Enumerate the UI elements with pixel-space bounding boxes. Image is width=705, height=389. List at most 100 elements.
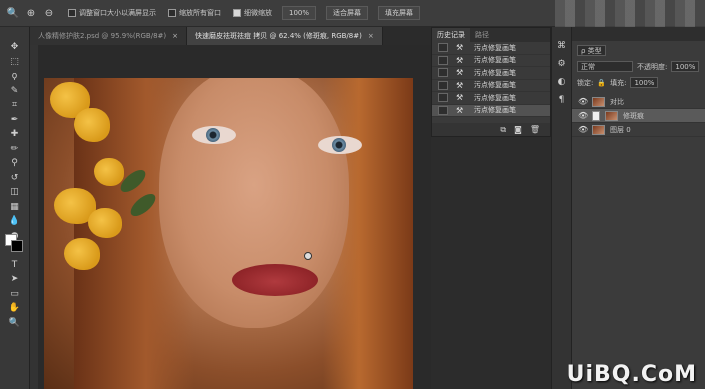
layer-row[interactable]: 👁 对比: [572, 95, 705, 109]
snapshot-box[interactable]: [438, 93, 448, 103]
new-document-icon[interactable]: ⧉: [500, 125, 506, 135]
flower: [74, 108, 110, 142]
watermark: UiBQ.CoM: [566, 362, 697, 387]
resize-windows-checkbox[interactable]: [68, 9, 76, 17]
layer-thumbnail: [605, 110, 618, 121]
tab-document-2[interactable]: 快速磨皮祛斑祛痘 拷贝 @ 62.4% (修斑痕, RGB/8#) ×: [187, 27, 383, 45]
fill-label: 填充:: [610, 78, 627, 87]
brush-icon: ⚒: [456, 43, 464, 53]
history-item-selected[interactable]: ⚒ 污点修复画笔: [432, 104, 550, 117]
zoom-all-checkbox[interactable]: [168, 9, 176, 17]
document-tabs: 人像精修护肤2.psd @ 95.9%(RGB/8#) × 快速磨皮祛斑祛痘 拷…: [30, 27, 431, 45]
history-item[interactable]: ⚒ 污点修复画笔: [432, 55, 550, 67]
tab-document-1[interactable]: 人像精修护肤2.psd @ 95.9%(RGB/8#) ×: [30, 27, 188, 45]
fill-screen-button[interactable]: 填充屏幕: [378, 6, 421, 20]
blur-tool-icon[interactable]: 💧: [4, 215, 26, 228]
path-select-tool-icon[interactable]: ➤: [4, 273, 26, 286]
fit-screen-button[interactable]: 适合屏幕: [326, 6, 369, 20]
layers-panel: ρ 类型 正常 不透明度: 100% 锁定: 🔒 填充: 100% 👁 对比 👁…: [571, 27, 705, 389]
properties-panel-icon[interactable]: ⚙: [557, 59, 565, 69]
eye-icon[interactable]: 👁: [578, 111, 588, 120]
lips: [232, 264, 318, 296]
eye-icon[interactable]: 👁: [578, 97, 588, 106]
marquee-tool-icon[interactable]: ⬚: [4, 56, 26, 69]
flower: [94, 158, 124, 186]
history-panel: 历史记录 路径 ⚒ 污点修复画笔 ⚒ 污点修复画笔 ⚒ 污点修复画笔 ⚒ 污点修复画笔 …: [431, 27, 551, 137]
background-color-swatch[interactable]: [11, 240, 23, 252]
history-item[interactable]: ⚒ 污点修复画笔: [432, 67, 550, 80]
history-brush-tool-icon[interactable]: ↺: [4, 172, 26, 185]
gradient-tool-icon[interactable]: ▦: [4, 201, 26, 214]
crop-tool-icon[interactable]: ⌗: [4, 99, 26, 112]
zoom-out-icon[interactable]: ⊖: [42, 6, 56, 20]
snapshot-box[interactable]: [438, 55, 448, 65]
right-eye: [318, 136, 362, 154]
tab-paths[interactable]: 路径: [470, 28, 494, 42]
brush-icon: ⚒: [456, 80, 464, 90]
snapshot-box[interactable]: [438, 43, 448, 53]
history-item[interactable]: ⚒ 污点修复画笔: [432, 92, 550, 105]
scrubby-zoom-option[interactable]: 细微缩放: [233, 8, 272, 18]
flower: [88, 208, 122, 238]
zoom-in-icon[interactable]: ⊕: [24, 6, 38, 20]
paragraph-panel-icon[interactable]: ¶: [559, 95, 565, 105]
canvas-ruler: [30, 45, 38, 389]
layer-mask-thumbnail: [592, 110, 600, 121]
type-tool-icon[interactable]: T: [4, 259, 26, 272]
history-item[interactable]: ⚒ 污点修复画笔: [432, 80, 550, 92]
clone-stamp-tool-icon[interactable]: ⚲: [4, 157, 26, 170]
lock-icon[interactable]: 🔒: [597, 79, 606, 87]
eye-icon[interactable]: 👁: [578, 125, 588, 134]
close-icon[interactable]: ×: [172, 32, 178, 40]
blend-mode-select[interactable]: 正常: [577, 61, 633, 72]
fill-input[interactable]: 100%: [630, 77, 659, 88]
brush-icon: ⚒: [456, 105, 464, 115]
zoom-tool-icon[interactable]: 🔍: [4, 317, 26, 330]
eraser-tool-icon[interactable]: ◫: [4, 186, 26, 199]
snapshot-box[interactable]: [438, 80, 448, 90]
quick-select-tool-icon[interactable]: ✎: [4, 85, 26, 98]
canvas-photo[interactable]: [44, 78, 413, 389]
left-eye: [192, 126, 236, 144]
close-icon[interactable]: ×: [368, 32, 374, 40]
resize-windows-option[interactable]: 调整窗口大小以满屏显示: [68, 8, 156, 18]
lock-label: 锁定:: [577, 78, 594, 87]
adjustments-panel-icon[interactable]: ◐: [558, 77, 566, 87]
zoom-all-option[interactable]: 缩放所有窗口: [168, 8, 221, 18]
history-panel-icon[interactable]: ⌘: [557, 41, 566, 51]
move-tool-icon[interactable]: ✥: [4, 41, 26, 54]
tools-panel: ✥ ⬚ ϙ ✎ ⌗ ✒ ✚ ✏ ⚲ ↺ ◫ ▦ 💧 ● ✑ T ➤ ▭ ✋ 🔍: [0, 27, 30, 389]
zoom-tool-icon[interactable]: 🔍: [6, 6, 20, 20]
layer-thumbnail: [592, 96, 605, 107]
opacity-label: 不透明度:: [637, 62, 668, 71]
brush-cursor: [304, 252, 312, 260]
layer-thumbnail: [592, 124, 605, 135]
options-bar: 🔍 ⊕ ⊖ 调整窗口大小以满屏显示 缩放所有窗口 细微缩放 100% 适合屏幕 …: [0, 0, 705, 27]
snapshot-box[interactable]: [438, 105, 448, 115]
pixelated-area: [555, 0, 705, 27]
brush-icon: ⚒: [456, 55, 464, 65]
camera-icon[interactable]: ◙: [514, 125, 522, 134]
tab-history[interactable]: 历史记录: [432, 28, 470, 42]
brush-icon: ⚒: [456, 93, 464, 103]
eyedropper-tool-icon[interactable]: ✒: [4, 114, 26, 127]
brush-tool-icon[interactable]: ✏: [4, 143, 26, 156]
hand-tool-icon[interactable]: ✋: [4, 302, 26, 315]
opacity-input[interactable]: 100%: [671, 61, 700, 72]
layers-panel-tabs: [572, 27, 705, 41]
trash-icon[interactable]: 🗑: [530, 125, 540, 134]
layer-filter-select[interactable]: ρ 类型: [577, 45, 606, 56]
history-item[interactable]: ⚒ 污点修复画笔: [432, 42, 550, 55]
panel-icons-column: ⌘ ⚙ ◐ ¶: [551, 27, 571, 389]
healing-brush-tool-icon[interactable]: ✚: [4, 128, 26, 141]
lasso-tool-icon[interactable]: ϙ: [4, 70, 26, 83]
layer-row[interactable]: 👁 图层 0: [572, 123, 705, 137]
panel-dock-empty: [431, 137, 551, 389]
shape-tool-icon[interactable]: ▭: [4, 288, 26, 301]
snapshot-box[interactable]: [438, 68, 448, 78]
layer-row-selected[interactable]: 👁 修斑痕: [572, 109, 705, 123]
flower: [64, 238, 100, 270]
zoom-100-button[interactable]: 100%: [282, 6, 317, 20]
brush-icon: ⚒: [456, 68, 464, 78]
scrubby-zoom-checkbox[interactable]: [233, 9, 241, 17]
